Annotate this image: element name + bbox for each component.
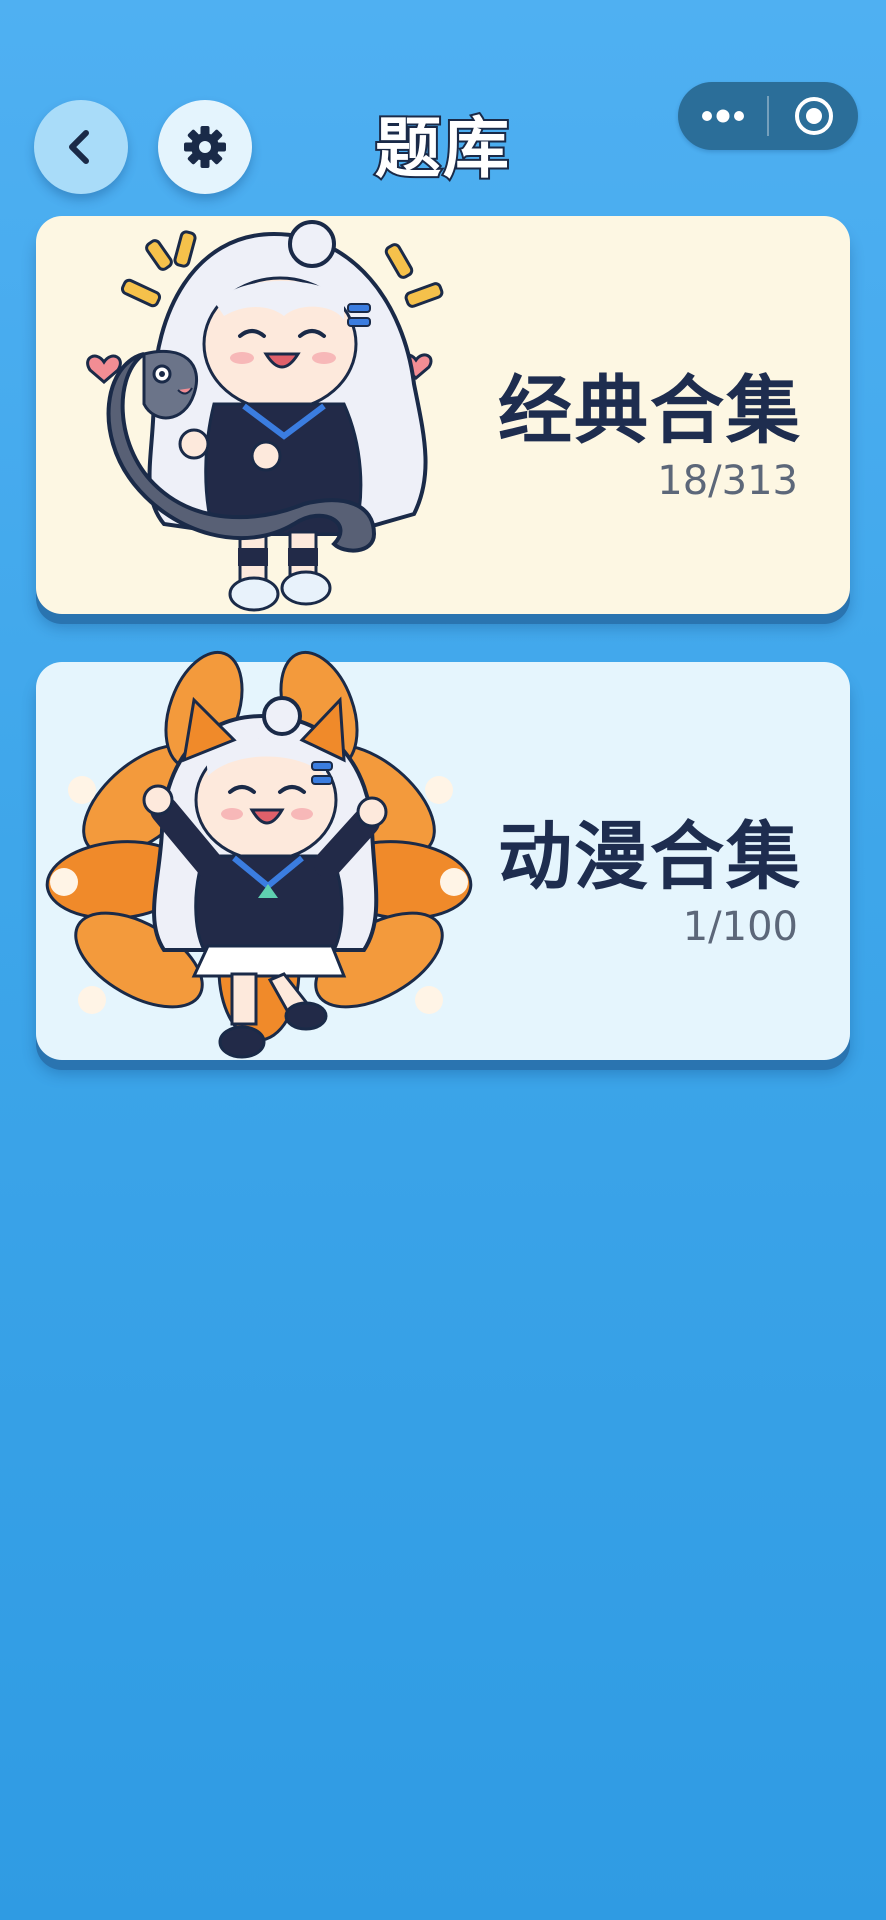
- bank-progress: 1/100: [682, 904, 798, 950]
- fox-girl-illustration: [45, 650, 473, 1059]
- girl-with-plush-illustration: [86, 220, 444, 612]
- bank-progress: 18/313: [657, 458, 798, 504]
- target-circle-icon: [794, 97, 833, 135]
- close-mini-program-button[interactable]: [769, 82, 858, 150]
- more-button[interactable]: [678, 82, 767, 150]
- more-dots-icon: [701, 109, 744, 123]
- bank-title: 经典合集: [498, 368, 802, 454]
- bank-card-anime[interactable]: 动漫合集 1/100: [36, 650, 850, 1060]
- bank-card-classic[interactable]: 经典合集 18/313: [36, 216, 850, 614]
- bank-title: 动漫合集: [498, 814, 802, 900]
- mini-program-capsule: [678, 82, 858, 150]
